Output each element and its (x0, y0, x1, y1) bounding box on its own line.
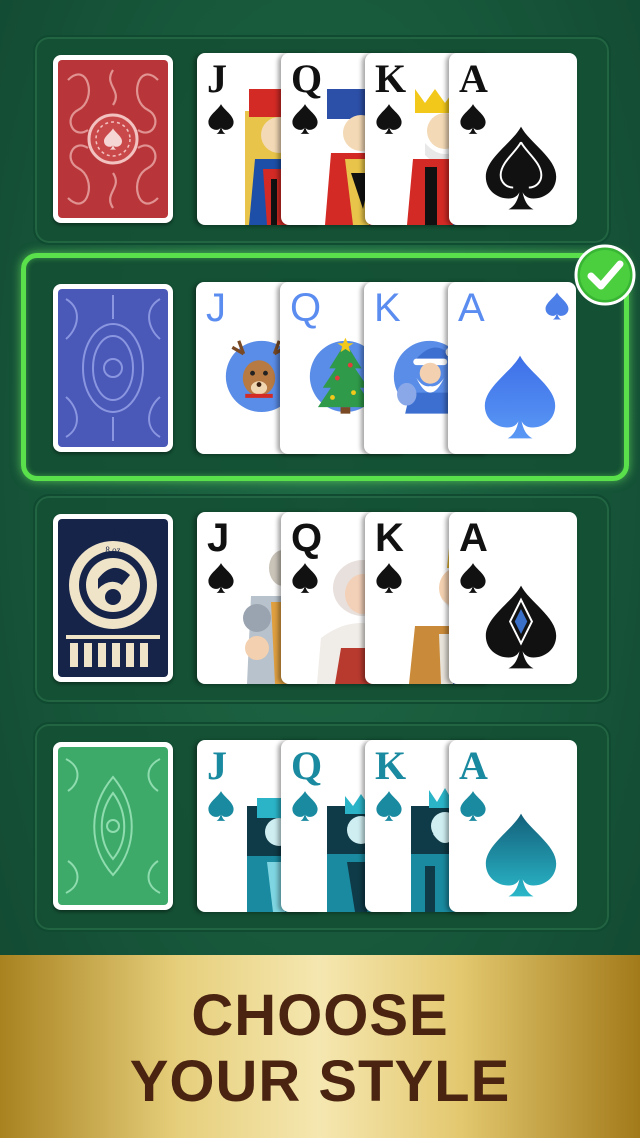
deck-option-little-wing[interactable]: LITTLE WING 8 oz J Q K A (33, 494, 611, 704)
card-rank: J (207, 516, 230, 560)
selected-checkmark-icon (574, 244, 636, 306)
back-title-text: LITTLE WING (69, 527, 157, 539)
card-rank: A (459, 56, 488, 101)
card-rank: J (207, 743, 227, 788)
card-back-little-wing: LITTLE WING 8 oz (53, 514, 173, 682)
red-ornate-back-icon (58, 60, 168, 218)
card-rank: A (459, 743, 488, 788)
banner-title-line1: CHOOSE (191, 983, 449, 1048)
card-rank: A (459, 516, 488, 560)
card-back-red (53, 55, 173, 223)
card-ace: A (448, 282, 576, 454)
back-small-text: 8 oz (105, 545, 121, 555)
little-wing-back-icon (58, 519, 168, 677)
card-rank: J (207, 56, 227, 101)
deck-option-red[interactable]: J Q K A (33, 35, 611, 245)
card-rank: Q (290, 286, 322, 330)
card-back-green (53, 742, 173, 910)
card-ace: A (449, 740, 577, 912)
card-rank: J (206, 286, 226, 330)
ace-of-spades-blue-icon (478, 354, 562, 440)
card-back-blue (53, 284, 173, 452)
ace-of-spades-fancy-icon (479, 584, 563, 670)
deck-option-green-teal[interactable]: J Q K A (33, 722, 611, 932)
card-rank: K (374, 286, 401, 330)
spade-icon (544, 292, 570, 320)
banner-title-line2: YOUR STYLE (129, 1049, 511, 1114)
green-ornate-back-icon (58, 747, 168, 905)
ace-of-spades-ornate-icon (479, 125, 563, 211)
deck-option-blue-christmas[interactable]: J Q K A (21, 244, 636, 481)
promo-banner: CHOOSE YOUR STYLE (0, 955, 640, 1138)
blue-ornate-back-icon (58, 289, 168, 447)
card-ace: A (449, 53, 577, 225)
card-ace: A (449, 512, 577, 684)
card-rank: A (458, 286, 485, 330)
ace-of-spades-teal-icon (479, 812, 563, 898)
